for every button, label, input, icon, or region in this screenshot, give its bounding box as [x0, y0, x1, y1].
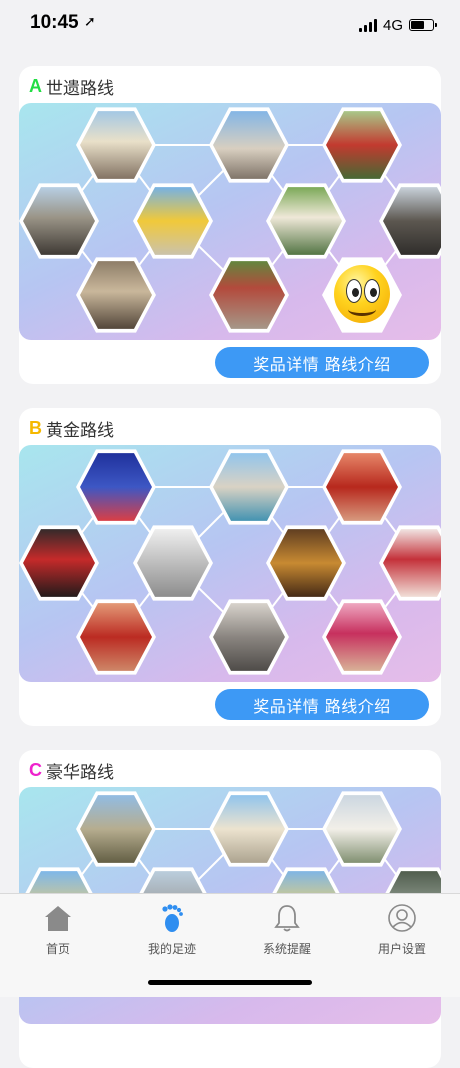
signal-icon: [358, 18, 377, 32]
landmark-photo: [137, 529, 209, 597]
smiley-face-icon: [334, 265, 390, 323]
tab-label: 我的足迹: [147, 942, 196, 956]
status-bar: 10:45 ➚ 4G: [0, 0, 460, 50]
user-icon: [362, 902, 442, 934]
route-title: B 黄金路线: [29, 416, 114, 441]
tab-user-settings[interactable]: 用户设置: [362, 902, 442, 957]
status-indicators: 4G: [358, 14, 437, 36]
bell-icon: [247, 902, 327, 934]
landmark-photo: [270, 187, 342, 255]
tab-label: 首页: [45, 942, 70, 956]
landmark-photo: [213, 603, 285, 671]
landmark-photo: [80, 261, 152, 329]
route-name: 黄金路线: [46, 421, 114, 441]
route-letter: B: [29, 418, 42, 438]
route-map: [19, 103, 441, 340]
route-card-b[interactable]: B 黄金路线 奖品详情 路线介绍: [19, 408, 441, 726]
landmark-photo: [270, 529, 342, 597]
landmark-photo: [137, 187, 209, 255]
route-letter: C: [29, 760, 42, 780]
landmark-photo: [326, 603, 398, 671]
landmark-photo: [23, 187, 95, 255]
status-time: 10:45: [30, 12, 79, 33]
landmark-photo: [80, 111, 152, 179]
landmark-photo: [213, 261, 285, 329]
route-map: [19, 445, 441, 682]
route-name: 世遗路线: [46, 79, 114, 99]
route-card-a[interactable]: A 世遗路线 奖品详情 路线介绍: [19, 66, 441, 384]
tab-my-footprints[interactable]: 我的足迹: [132, 902, 212, 957]
route-letter: A: [29, 76, 42, 96]
landmark-photo: [213, 111, 285, 179]
landmark-photo: [23, 529, 95, 597]
route-title: A 世遗路线: [29, 74, 114, 99]
landmark-photo: [326, 795, 398, 863]
home-icon: [18, 902, 98, 934]
landmark-photo: [80, 603, 152, 671]
landmark-photo: [326, 453, 398, 521]
tab-label: 系统提醒: [262, 942, 311, 956]
route-name: 豪华路线: [46, 763, 114, 783]
landmark-photo: [80, 453, 152, 521]
home-indicator: [148, 980, 312, 985]
prize-details-route-intro-button[interactable]: 奖品详情 路线介绍: [215, 689, 429, 720]
tab-system-alerts[interactable]: 系统提醒: [247, 902, 327, 957]
footprint-icon: [132, 902, 212, 934]
landmark-photo: [213, 795, 285, 863]
route-title: C 豪华路线: [29, 758, 114, 783]
landmark-photo: [326, 111, 398, 179]
tab-label: 用户设置: [377, 942, 426, 956]
tab-home[interactable]: 首页: [18, 902, 98, 957]
landmark-photo: [80, 795, 152, 863]
location-arrow-icon: ➚: [84, 14, 96, 30]
prize-details-route-intro-button[interactable]: 奖品详情 路线介绍: [215, 347, 429, 378]
battery-icon: [409, 19, 437, 31]
battery-level: [411, 21, 424, 29]
network-label: 4G: [382, 16, 403, 34]
landmark-photo: [213, 453, 285, 521]
